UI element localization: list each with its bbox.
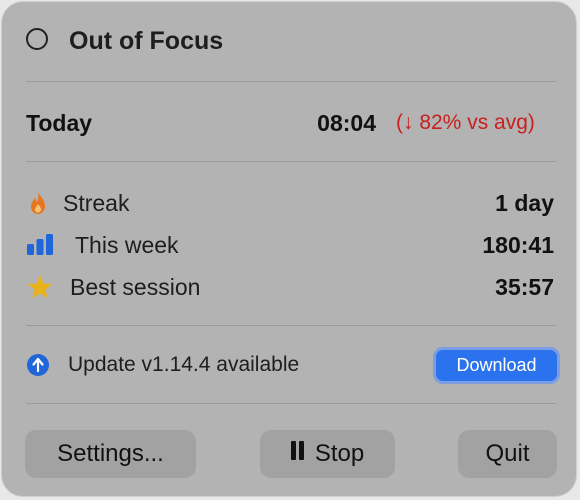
settings-button[interactable]: Settings...: [25, 430, 196, 478]
app-title: Out of Focus: [69, 27, 224, 55]
quit-button[interactable]: Quit: [458, 430, 557, 478]
streak-label: Streak: [63, 190, 130, 216]
bar-chart-icon: [26, 234, 56, 258]
pause-icon: [290, 429, 307, 477]
best-session-label: Best session: [70, 274, 201, 300]
streak-value: 1 day: [495, 190, 554, 216]
divider: [26, 81, 556, 82]
this-week-label: This week: [75, 232, 179, 258]
circle-outline-icon: [26, 28, 48, 50]
divider: [26, 161, 556, 162]
divider: [26, 403, 556, 404]
today-label: Today: [26, 110, 93, 136]
divider: [26, 325, 556, 326]
stop-label: Stop: [314, 440, 365, 467]
flame-icon: [26, 190, 50, 214]
star-icon: [26, 274, 54, 299]
arrow-up-circle-icon: [27, 354, 49, 376]
today-time: 08:04: [317, 110, 376, 136]
stop-button[interactable]: Stop: [260, 430, 395, 478]
download-button[interactable]: Download: [433, 347, 560, 384]
update-text: Update v1.14.4 available: [68, 353, 300, 376]
best-session-value: 35:57: [495, 274, 554, 300]
this-week-value: 180:41: [482, 232, 554, 258]
menu-popover: Out of Focus Today 08:04 (↓ 82% vs avg) …: [1, 1, 577, 497]
today-delta: (↓ 82% vs avg): [396, 111, 535, 134]
